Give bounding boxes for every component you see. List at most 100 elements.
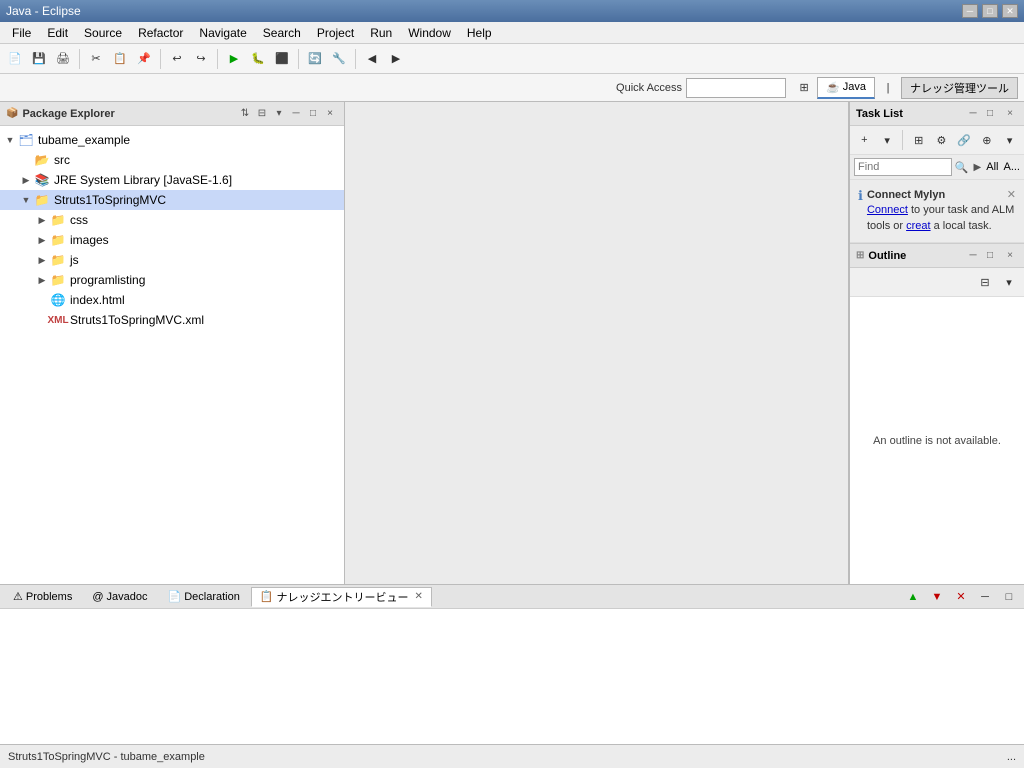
problems-icon: ⚠ <box>13 590 23 603</box>
mylyn-connect-link[interactable]: Connect <box>867 204 908 216</box>
quick-access-bar: Quick Access ⊞ ☕ Java | ナレッジ管理ツール <box>0 74 1024 102</box>
tree-item-jre[interactable]: ▶ 📚 JRE System Library [JavaSE-1.6] <box>0 170 344 190</box>
javadoc-label: Javadoc <box>107 591 148 603</box>
task-close-btn[interactable]: × <box>1002 106 1018 122</box>
bottom-panel: ⚠ Problems @ Javadoc 📄 Declaration 📋 ナレッ… <box>0 584 1024 744</box>
toolbar-btn10[interactable]: 🔄 <box>304 48 326 70</box>
toolbar-btn8[interactable]: ↪ <box>190 48 212 70</box>
images-icon: 📁 <box>50 232 66 248</box>
menu-refactor[interactable]: Refactor <box>130 24 191 42</box>
bottom-close-btn[interactable]: ✕ <box>950 586 972 608</box>
toolbar-btn5[interactable]: 📋 <box>109 48 131 70</box>
menu-navigate[interactable]: Navigate <box>191 24 254 42</box>
tree-item-src[interactable]: ▶ 📂 src <box>0 150 344 170</box>
minimize-button[interactable]: ─ <box>962 4 978 18</box>
package-explorer-tree: ▼ 🗂 tubame_example ▶ 📂 src ▶ 📚 JRE Syste… <box>0 126 344 584</box>
outline-close-btn[interactable]: × <box>1002 248 1018 264</box>
src-label: src <box>54 153 70 167</box>
task-link-btn[interactable]: 🔗 <box>954 129 975 151</box>
mylyn-text: Connect Mylyn ✕ Connect to your task and… <box>867 188 1016 234</box>
java-perspective-label: Java <box>843 81 866 93</box>
bottom-tabs: ⚠ Problems @ Javadoc 📄 Declaration 📋 ナレッ… <box>0 585 1024 609</box>
task-settings-btn[interactable]: ⚙ <box>931 129 952 151</box>
knowledge-perspective-btn[interactable]: ナレッジ管理ツール <box>901 77 1018 99</box>
index-label: index.html <box>70 293 125 307</box>
toolbar-next-btn[interactable]: ▶ <box>385 48 407 70</box>
maximize-button[interactable]: □ <box>982 4 998 18</box>
pl-icon: 📁 <box>50 272 66 288</box>
toolbar-btn11[interactable]: 🔧 <box>328 48 350 70</box>
js-arrow: ▶ <box>36 254 48 266</box>
menu-edit[interactable]: Edit <box>39 24 76 42</box>
toolbar-debug-btn[interactable]: 🐛 <box>247 48 269 70</box>
task-arrow-down-btn[interactable]: ▾ <box>877 129 898 151</box>
mylyn-creat-link[interactable]: creat <box>906 220 930 232</box>
toolbar-btn6[interactable]: 📌 <box>133 48 155 70</box>
tree-item-js[interactable]: ▶ 📁 js <box>0 250 344 270</box>
pl-label: programlisting <box>70 273 145 287</box>
tree-item-programlisting[interactable]: ▶ 📁 programlisting <box>0 270 344 290</box>
toolbar-run-btn[interactable]: ▶ <box>223 48 245 70</box>
tree-item-root[interactable]: ▼ 🗂 tubame_example <box>0 130 344 150</box>
tree-item-struts[interactable]: ▼ 📁 Struts1ToSpringMVC <box>0 190 344 210</box>
menu-search[interactable]: Search <box>255 24 309 42</box>
tab-declaration[interactable]: 📄 Declaration <box>159 587 249 607</box>
bottom-down-btn[interactable]: ▼ <box>926 586 948 608</box>
css-icon: 📁 <box>50 212 66 228</box>
tree-item-index[interactable]: ▶ 🌐 index.html <box>0 290 344 310</box>
menu-project[interactable]: Project <box>309 24 362 42</box>
menu-window[interactable]: Window <box>400 24 459 42</box>
pkg-menu-btn[interactable]: ▾ <box>271 106 287 122</box>
toolbar-btn4[interactable]: ✂ <box>85 48 107 70</box>
task-find-icon[interactable]: 🔍 <box>955 161 969 174</box>
menu-source[interactable]: Source <box>76 24 130 42</box>
pkg-close-btn[interactable]: × <box>322 106 338 122</box>
outline-min-btn[interactable]: ─ <box>965 248 981 264</box>
tab-knowledge[interactable]: 📋 ナレッジエントリービュー ✕ <box>251 587 432 607</box>
menu-run[interactable]: Run <box>362 24 400 42</box>
perspective-icon[interactable]: ⊞ <box>794 77 814 99</box>
mylyn-close-btn[interactable]: ✕ <box>1007 188 1016 203</box>
java-perspective-btn[interactable]: ☕ Java <box>817 77 875 99</box>
bottom-min-btn[interactable]: ─ <box>974 586 996 608</box>
task-max-btn[interactable]: □ <box>982 106 998 122</box>
task-filter-btn[interactable]: ⊞ <box>908 129 929 151</box>
tree-item-xml[interactable]: ▶ XML Struts1ToSpringMVC.xml <box>0 310 344 330</box>
close-button[interactable]: ✕ <box>1002 4 1018 18</box>
pkg-min-btn[interactable]: ─ <box>288 106 304 122</box>
toolbar-new-btn[interactable]: 📄 <box>4 48 26 70</box>
toolbar-prev-btn[interactable]: ◀ <box>361 48 383 70</box>
menu-help[interactable]: Help <box>459 24 500 42</box>
task-expand-btn[interactable]: ⊕ <box>977 129 998 151</box>
task-find-input[interactable] <box>854 158 952 176</box>
tab-javadoc[interactable]: @ Javadoc <box>83 587 156 607</box>
toolbar-btn3[interactable]: 🖨 <box>52 48 74 70</box>
toolbar-btn2[interactable]: 💾 <box>28 48 50 70</box>
task-add-btn[interactable]: + <box>854 129 875 151</box>
bottom-max-btn[interactable]: □ <box>998 586 1020 608</box>
outline-max-btn[interactable]: □ <box>982 248 998 264</box>
tree-item-images[interactable]: ▶ 📁 images <box>0 230 344 250</box>
bottom-up-btn[interactable]: ▲ <box>902 586 924 608</box>
pkg-max-btn[interactable]: □ <box>305 106 321 122</box>
quick-access-input[interactable] <box>686 78 786 98</box>
menu-file[interactable]: File <box>4 24 39 42</box>
pkg-sync-btn[interactable]: ⇅ <box>237 106 253 122</box>
task-list-toolbar: + ▾ ⊞ ⚙ 🔗 ⊕ ▾ <box>850 126 1024 155</box>
pkg-collapse-btn[interactable]: ⊟ <box>254 106 270 122</box>
outline-menu-btn[interactable]: ▾ <box>998 271 1020 293</box>
knowledge-tab-close[interactable]: ✕ <box>415 591 423 602</box>
task-arrow2-btn[interactable]: ▾ <box>999 129 1020 151</box>
title-bar-buttons[interactable]: ─ □ ✕ <box>962 4 1018 18</box>
status-bar: Struts1ToSpringMVC - tubame_example ... <box>0 744 1024 768</box>
outline-collapse-btn[interactable]: ⊟ <box>974 271 996 293</box>
toolbar-btn9[interactable]: ⬛ <box>271 48 293 70</box>
task-all-label[interactable]: All <box>986 161 998 173</box>
right-panel: Task List ─ □ × + ▾ ⊞ ⚙ 🔗 ⊕ ▾ <box>849 102 1024 584</box>
toolbar-btn7[interactable]: ↩ <box>166 48 188 70</box>
knowledge-label: ナレッジエントリービュー <box>277 589 409 605</box>
task-a-label[interactable]: A... <box>1003 161 1020 173</box>
tree-item-css[interactable]: ▶ 📁 css <box>0 210 344 230</box>
task-min-btn[interactable]: ─ <box>965 106 981 122</box>
tab-problems[interactable]: ⚠ Problems <box>4 587 81 607</box>
